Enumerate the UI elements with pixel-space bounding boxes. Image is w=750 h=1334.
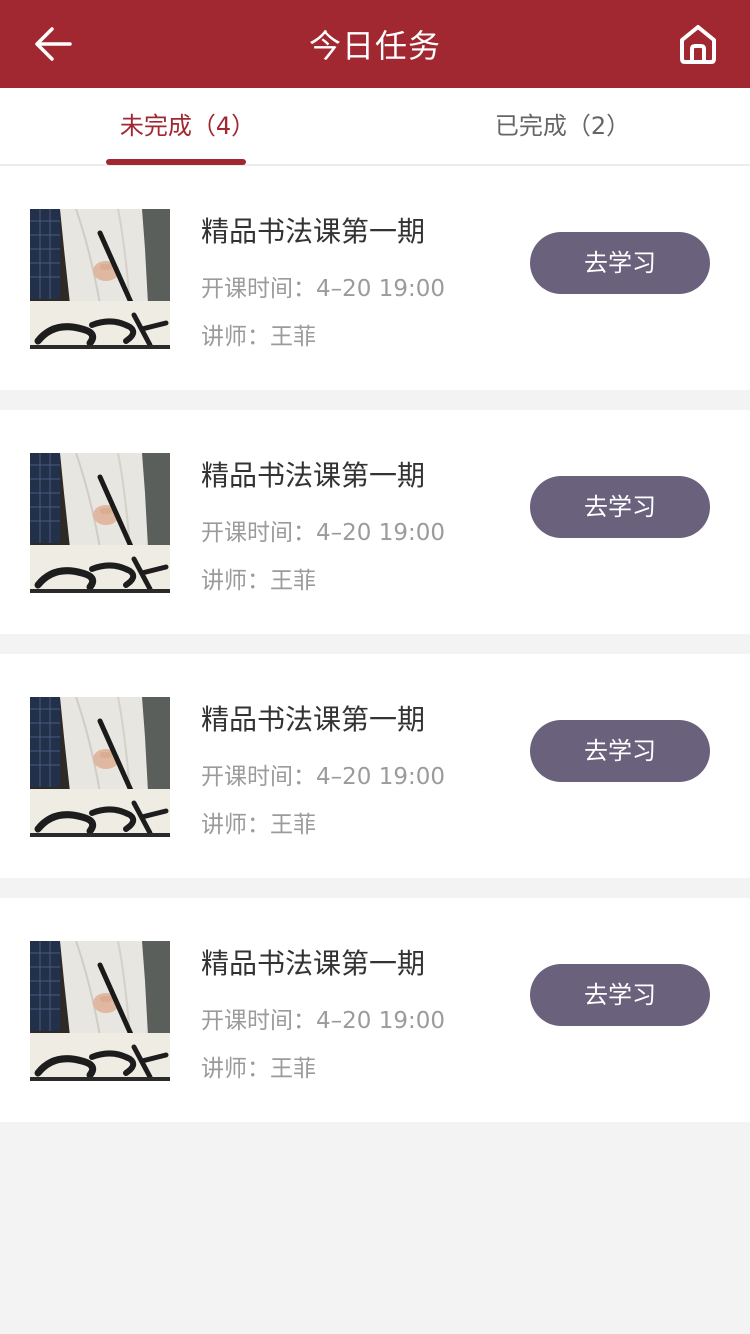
calligraphy-image <box>30 209 170 349</box>
course-thumbnail <box>30 209 170 349</box>
course-title: 精品书法课第一期 <box>201 459 426 492</box>
page-title: 今日任务 <box>308 27 441 65</box>
course-start-time: 开课时间：4–20 19:00 <box>201 520 445 546</box>
calligraphy-image <box>30 453 170 593</box>
go-study-button[interactable]: 去学习 <box>530 476 710 538</box>
go-study-button[interactable]: 去学习 <box>530 720 710 782</box>
course-teacher: 讲师：王菲 <box>201 1056 316 1082</box>
course-card: 精品书法课第一期 开课时间：4–20 19:00 讲师：王菲 去学习 <box>0 410 750 634</box>
course-title: 精品书法课第一期 <box>201 703 426 736</box>
home-button[interactable] <box>676 22 720 66</box>
course-start-time: 开课时间：4–20 19:00 <box>201 276 445 302</box>
course-teacher: 讲师：王菲 <box>201 324 316 350</box>
home-icon <box>680 25 716 64</box>
course-card: 精品书法课第一期 开课时间：4–20 19:00 讲师：王菲 去学习 <box>0 166 750 390</box>
course-start-time: 开课时间：4–20 19:00 <box>201 764 445 790</box>
course-thumbnail <box>30 941 170 1081</box>
tab-incomplete[interactable]: 未完成（4） <box>0 88 375 164</box>
course-card: 精品书法课第一期 开课时间：4–20 19:00 讲师：王菲 去学习 <box>0 654 750 878</box>
status-tabs: 未完成（4） 已完成（2） <box>0 88 750 166</box>
course-thumbnail <box>30 453 170 593</box>
course-title: 精品书法课第一期 <box>201 215 426 248</box>
course-thumbnail <box>30 697 170 837</box>
calligraphy-image <box>30 697 170 837</box>
tab-completed[interactable]: 已完成（2） <box>375 88 750 164</box>
go-study-button[interactable]: 去学习 <box>530 232 710 294</box>
active-tab-indicator <box>106 159 246 165</box>
top-nav-bar: 今日任务 <box>0 0 750 88</box>
go-study-button[interactable]: 去学习 <box>530 964 710 1026</box>
course-start-time: 开课时间：4–20 19:00 <box>201 1008 445 1034</box>
course-card: 精品书法课第一期 开课时间：4–20 19:00 讲师：王菲 去学习 <box>0 898 750 1122</box>
course-title: 精品书法课第一期 <box>201 947 426 980</box>
calligraphy-image <box>30 941 170 1081</box>
course-teacher: 讲师：王菲 <box>201 812 316 838</box>
course-teacher: 讲师：王菲 <box>201 568 316 594</box>
